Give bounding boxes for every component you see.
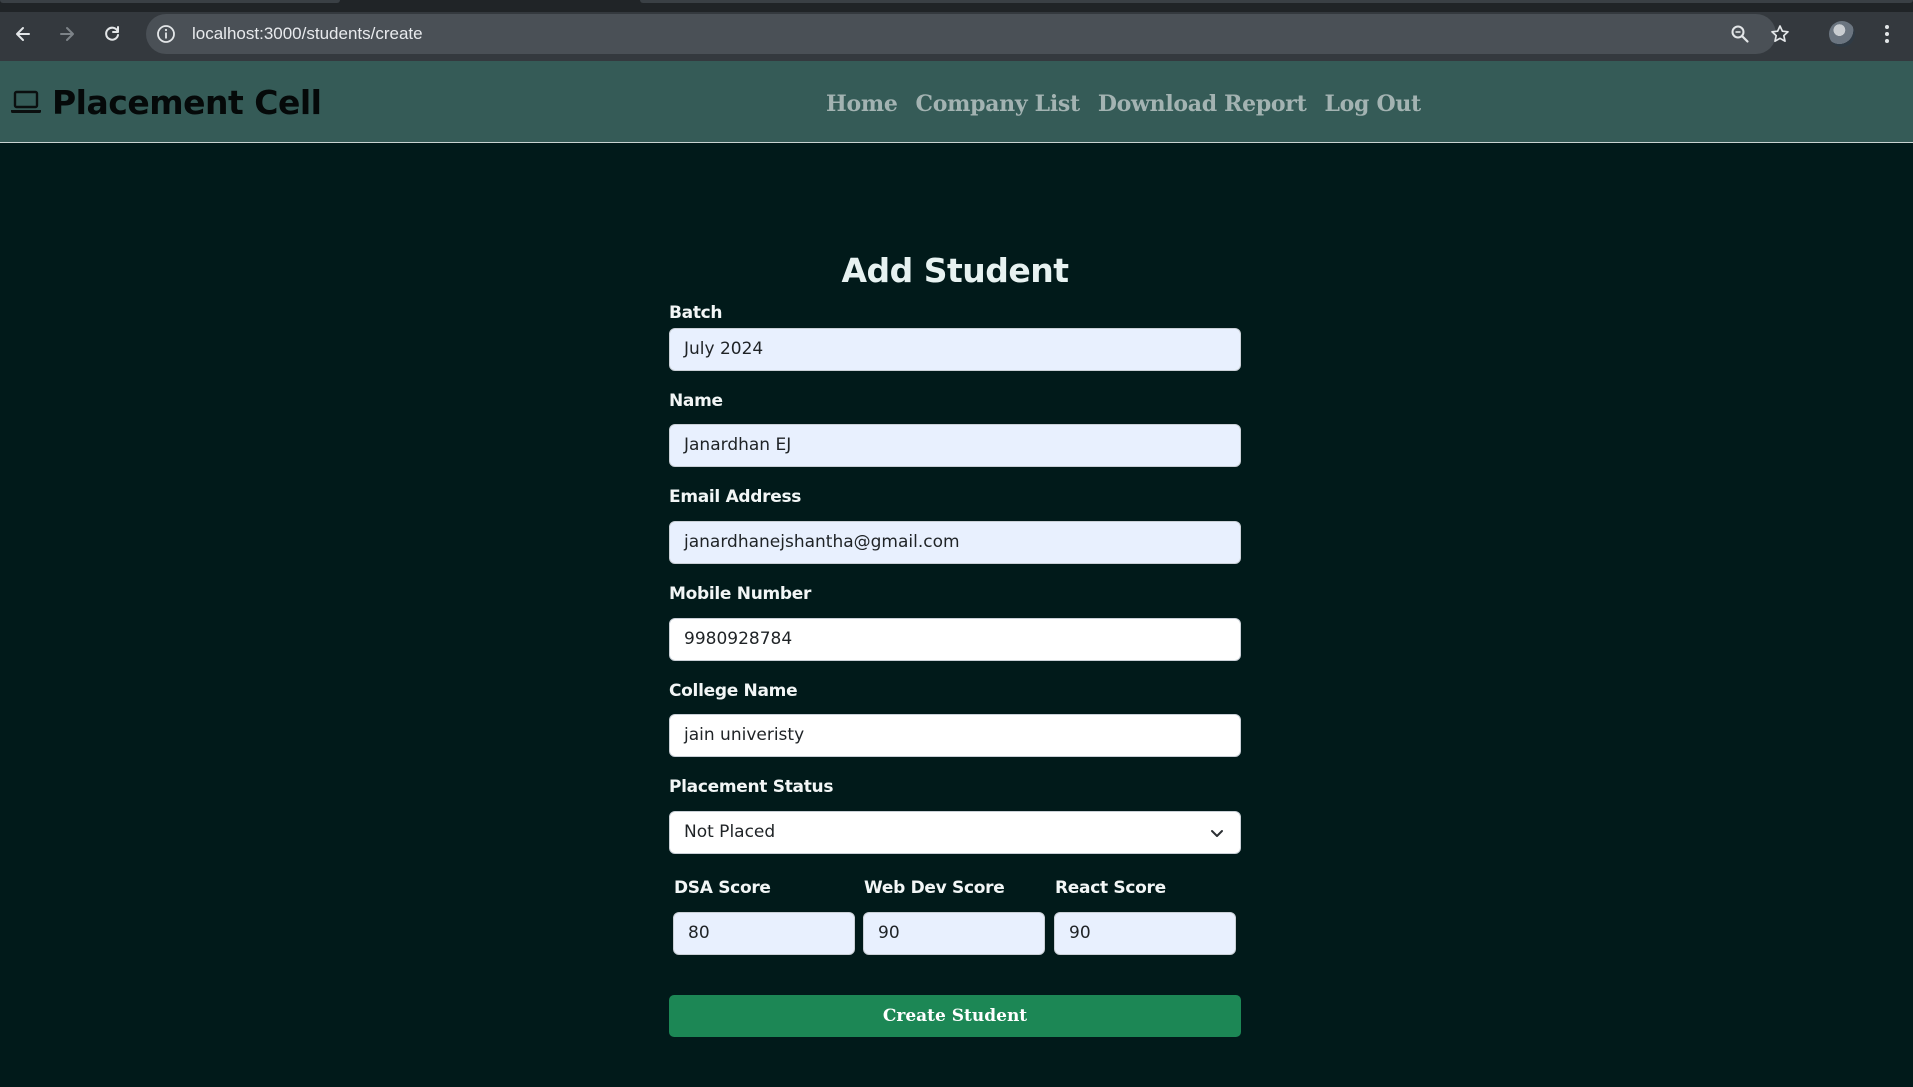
brand[interactable]: Placement Cell — [10, 81, 322, 123]
batch-input[interactable]: July 2024 — [669, 328, 1241, 371]
nav-log-out[interactable]: Log Out — [1324, 91, 1421, 117]
mobile-input[interactable]: 9980928784 — [669, 618, 1241, 661]
nav-download-report[interactable]: Download Report — [1098, 91, 1307, 117]
bookmark-star-icon[interactable] — [1770, 24, 1790, 44]
tab-strip — [0, 0, 1913, 12]
tab-inactive-edge[interactable] — [640, 0, 1913, 3]
forward-icon[interactable] — [52, 19, 82, 49]
zoom-icon[interactable] — [1730, 24, 1750, 44]
create-student-label: Create Student — [882, 1006, 1028, 1026]
profile-avatar[interactable] — [1829, 21, 1855, 47]
batch-label: Batch — [669, 303, 723, 323]
email-label: Email Address — [669, 487, 802, 507]
placement-status-select[interactable]: Not Placed — [669, 811, 1241, 854]
nav-home[interactable]: Home — [826, 91, 898, 117]
brand-title: Placement Cell — [52, 82, 322, 122]
main-nav: Home Company List Download Report Log Ou… — [826, 84, 1421, 124]
laptop-icon — [11, 90, 41, 113]
create-student-button[interactable]: Create Student — [669, 995, 1241, 1037]
chevron-down-icon — [1211, 830, 1223, 837]
webdev-score-input[interactable]: 90 — [863, 912, 1045, 955]
college-label: College Name — [669, 681, 798, 701]
nav-company-list[interactable]: Company List — [916, 91, 1081, 117]
react-score-input[interactable]: 90 — [1054, 912, 1236, 955]
tab-active-edge[interactable] — [0, 0, 340, 3]
name-label: Name — [669, 391, 723, 411]
reload-icon[interactable] — [97, 19, 127, 49]
site-info-icon[interactable] — [156, 24, 176, 44]
placement-status-value: Not Placed — [684, 822, 776, 842]
address-bar[interactable]: localhost:3000/students/create — [146, 14, 1789, 54]
webdev-score-label: Web Dev Score — [864, 878, 1005, 898]
status-label: Placement Status — [669, 777, 834, 797]
college-input[interactable]: jain univeristy — [669, 714, 1241, 757]
url-text[interactable]: localhost:3000/students/create — [192, 14, 423, 54]
browser-toolbar: localhost:3000/students/create — [0, 0, 1913, 61]
mobile-label: Mobile Number — [669, 584, 812, 604]
name-input[interactable]: Janardhan EJ — [669, 424, 1241, 467]
back-icon[interactable] — [8, 19, 38, 49]
email-input[interactable]: janardhanejshantha@gmail.com — [669, 521, 1241, 564]
menu-kebab-icon[interactable] — [1876, 19, 1898, 49]
dsa-score-label: DSA Score — [674, 878, 771, 898]
dsa-score-input[interactable]: 80 — [673, 912, 855, 955]
react-score-label: React Score — [1055, 878, 1166, 898]
page-title: Add Student — [841, 251, 1069, 290]
